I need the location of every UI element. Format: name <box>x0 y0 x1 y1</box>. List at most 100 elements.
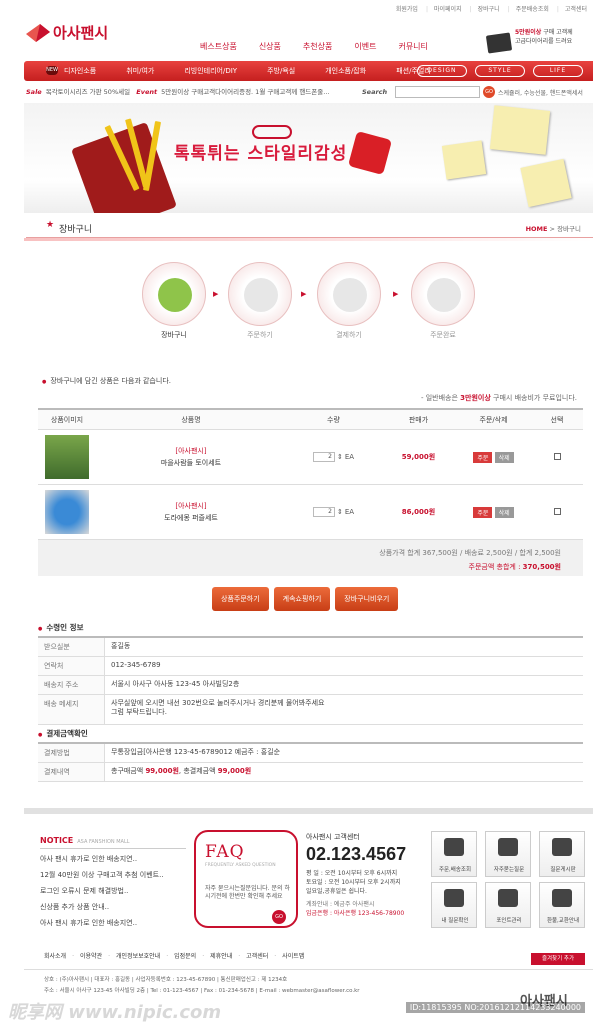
faq-go-button[interactable]: GO <box>272 910 286 924</box>
sale-strip: Sale 목각토이시리즈 가판 50%세일 Event 5만원이상 구매고객다이어리… <box>26 86 593 100</box>
product-thumbnail[interactable] <box>45 490 89 534</box>
link-join[interactable]: 회원가입 <box>396 4 418 13</box>
delete-button[interactable]: 삭제 <box>494 506 514 518</box>
notice-item[interactable]: 아사 팬시 휴가로 인한 배송지연.. <box>40 917 186 933</box>
nav-new[interactable]: 신상품 <box>259 41 281 52</box>
quantity-input[interactable]: 2 <box>312 507 335 517</box>
product-thumbnail[interactable] <box>45 435 89 479</box>
page-title: 장바구니 <box>59 225 93 235</box>
cat-living[interactable]: 리빙인테리어/DIY <box>184 66 237 76</box>
breadcrumb-home[interactable]: HOME <box>526 225 548 233</box>
select-checkbox[interactable] <box>553 452 561 460</box>
pill-design[interactable]: DESIGN <box>417 65 467 77</box>
cs-hours-saturday: 토요일 : 오전 10시부터 오후 2시까지 <box>306 879 401 886</box>
delete-button[interactable]: 삭제 <box>494 451 514 463</box>
footer-link[interactable]: 이용약관 <box>72 951 102 960</box>
event-text[interactable]: 5만원이상 구매고객다이어리증정. 1월 구매고객께 핸드폰줄... <box>161 88 329 96</box>
faq-title: FAQ <box>205 842 245 862</box>
cart-intro: 장바구니에 담긴 상품은 다음과 같습니다. <box>42 376 171 386</box>
quick-my-questions[interactable]: 내 질문확인 <box>431 882 477 928</box>
notice-item[interactable]: 신상품 추가 상품 안내.. <box>40 901 186 917</box>
nav-event[interactable]: 이벤트 <box>354 41 376 52</box>
product-price: 59,000원 <box>401 453 436 461</box>
cat-design[interactable]: 디자인소품 <box>64 66 96 76</box>
quick-label: 주문,배송조회 <box>438 867 472 873</box>
info-key: 받으실분 <box>38 638 105 656</box>
pill-life[interactable]: LIFE <box>533 65 583 77</box>
quick-qna-board[interactable]: 질문게시판 <box>539 831 585 877</box>
product-name[interactable]: 마을사람들 토이세트 <box>161 459 221 467</box>
link-order-track[interactable]: 주문배송조회 <box>508 4 549 13</box>
select-checkbox[interactable] <box>553 507 561 515</box>
nav-recommend[interactable]: 추천상품 <box>303 41 332 52</box>
amount-text: , 총결제금액 <box>178 767 218 775</box>
cart-header-row: 상품이미지 상품명 수량 판매가 주문/삭제 선택 <box>38 410 583 430</box>
footer-link[interactable]: 입점문의 <box>166 951 196 960</box>
footer-link[interactable]: 사이트맵 <box>274 951 304 960</box>
nav-best[interactable]: 베스트상품 <box>200 41 237 52</box>
cat-hobby[interactable]: 취미/여가 <box>126 66 154 76</box>
link-cart[interactable]: 장바구니 <box>470 4 500 13</box>
link-support[interactable]: 고객센터 <box>557 4 587 13</box>
logo-text: 아사팬시 <box>53 24 109 42</box>
cs-hours: 평 일 : 오전 10시부터 오후 6시까지 토요일 : 오전 10시부터 오후… <box>306 869 406 896</box>
info-key: 결제방법 <box>38 744 105 762</box>
product-name[interactable]: 도라에몽 퍼즐세트 <box>164 514 218 522</box>
site-logo[interactable]: 아사팬시 <box>26 22 108 43</box>
faq-panel[interactable]: FAQ FREQUENTLY ASKED QUESTION 자주 묻으시는질문입… <box>194 830 298 928</box>
footer-link[interactable]: 개인정보보호안내 <box>108 951 160 960</box>
product-brand: [아사팬시] <box>175 502 207 510</box>
favorite-button[interactable]: 즐겨찾기 추가 <box>531 953 585 965</box>
info-key: 배송지 주소 <box>38 676 105 694</box>
title-underline <box>24 238 593 241</box>
quick-refund[interactable]: 환불,교환안내 <box>539 882 585 928</box>
quantity-stepper-icon[interactable]: ⇕ <box>337 508 343 516</box>
notice-item[interactable]: 아사 팬시 휴가로 인한 배송지연.. <box>40 853 186 869</box>
empty-cart-button[interactable]: 장바구니비우기 <box>335 587 399 611</box>
info-key: 연락처 <box>38 657 105 675</box>
notice-title-text: NOTICE <box>40 836 74 845</box>
notice-item[interactable]: 12월 40만원 이상 구매고객 추첨 이벤트.. <box>40 869 186 885</box>
faq-subtitle: FREQUENTLY ASKED QUESTION <box>205 863 276 868</box>
quick-label: 내 질문확인 <box>441 918 469 924</box>
payment-table: 결제방법 무통장입금[아사은행 123-45-6789012 예금주 : 홍길순 … <box>38 742 583 782</box>
info-row: 받으실분 홍길동 <box>38 638 583 657</box>
promo-text: 5만원이상 구매 고객께 고급다이어리를 드려요 <box>515 28 593 46</box>
event-label: Event <box>136 88 158 96</box>
cart-actions: 상품주문하기 계속쇼핑하기 장바구니비우기 <box>212 587 399 611</box>
footer-link[interactable]: 제휴안내 <box>202 951 232 960</box>
quick-order-track[interactable]: 주문,배송조회 <box>431 831 477 877</box>
notice-item[interactable]: 로그인 오류시 문제 해결방법.. <box>40 885 186 901</box>
cat-kitchen[interactable]: 주방/욕실 <box>267 66 295 76</box>
quick-points[interactable]: 포인트관리 <box>485 882 531 928</box>
promo-line2: 고급다이어리를 드려요 <box>515 38 573 45</box>
pill-style[interactable]: STYLE <box>475 65 525 77</box>
info-value: 012-345-6789 <box>111 661 161 669</box>
info-value: 홍길동 <box>111 642 131 650</box>
promo-amount: 5만원이상 <box>515 29 542 36</box>
watermark: 昵享网 www.nipic.com ID:11815395 NO:2016121… <box>0 996 593 1024</box>
new-badge: NEW <box>46 66 58 75</box>
continue-shopping-button[interactable]: 계속쇼핑하기 <box>273 587 331 611</box>
order-button[interactable]: 주문 <box>473 451 493 463</box>
quick-label: 자주묻는질문 <box>493 867 525 873</box>
notice-title: NOTICE ASA FANSHION MALL <box>40 836 186 845</box>
hero-banner: 톡톡튀는 스타일리감성 <box>24 103 593 213</box>
quantity-input[interactable]: 2 <box>312 452 335 462</box>
search-go-button[interactable]: GO <box>483 86 495 98</box>
sale-text[interactable]: 목각토이시리즈 가판 50%세일 <box>46 88 130 96</box>
search-input[interactable] <box>395 86 480 98</box>
shipping-suffix: 구매시 배송비가 무료입니다. <box>490 394 577 402</box>
quantity-stepper-icon[interactable]: ⇕ <box>337 453 343 461</box>
footer-link[interactable]: 고객센터 <box>238 951 268 960</box>
popular-keywords[interactable]: 스케쥴러, 수능선물, 핸드폰액세서 <box>498 88 583 97</box>
footer-link[interactable]: 회사소개 <box>44 951 66 960</box>
cat-personal[interactable]: 개인소품/잡화 <box>325 66 366 76</box>
summary-total: 주문금액 총합계 : 370,500원 <box>469 562 561 572</box>
quick-label: 질문게시판 <box>550 867 576 873</box>
link-mypage[interactable]: 마이페이지 <box>426 4 462 13</box>
quick-faq[interactable]: 자주묻는질문 <box>485 831 531 877</box>
nav-community[interactable]: 커뮤니티 <box>398 41 427 52</box>
order-products-button[interactable]: 상품주문하기 <box>212 587 269 611</box>
order-button[interactable]: 주문 <box>473 506 493 518</box>
